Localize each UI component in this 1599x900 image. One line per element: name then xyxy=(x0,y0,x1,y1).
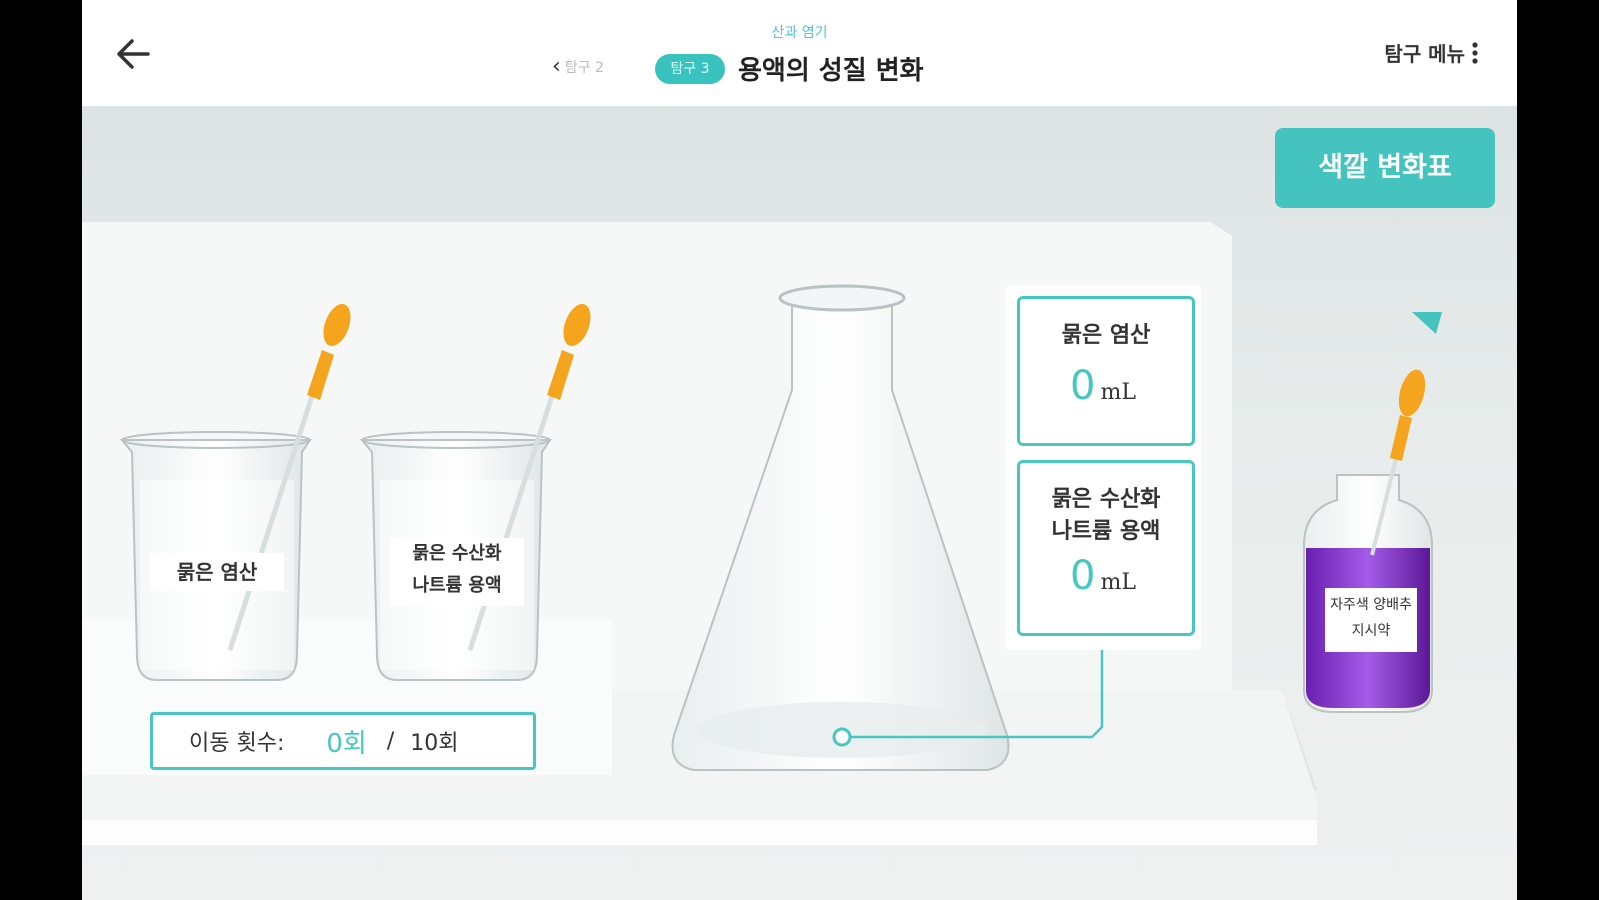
move-count-value: 0회 xyxy=(326,728,367,759)
base-readout-label-line1: 묽은 수산화 xyxy=(1051,487,1161,512)
move-count-max: 10회 xyxy=(410,731,459,756)
inquiry-menu-label: 탐구 메뉴 xyxy=(1384,42,1465,66)
beaker-label-base: 묽은 수산화 나트륨 용액 xyxy=(390,538,524,606)
bubble-tail xyxy=(1412,312,1442,334)
prev-inquiry-label: 탐구 2 xyxy=(564,60,604,76)
acid-readout-label: 묽은 염산 xyxy=(1061,323,1151,348)
move-counter-label: 이동 횟수: xyxy=(189,731,285,756)
app-window: 산과 염기 ‹ 탐구 2 탐구 3 용액의 성질 변화 탐구 메뉴 색깔 변화표… xyxy=(82,0,1517,900)
acid-volume-value: 0 xyxy=(1070,363,1096,409)
beaker-label-acid: 묽은 염산 xyxy=(150,553,284,591)
prev-inquiry-link[interactable]: ‹ 탐구 2 xyxy=(552,56,604,78)
base-volume-value: 0 xyxy=(1070,553,1096,599)
indicator-label-line2: 지시약 xyxy=(1351,623,1391,639)
chevron-left-icon: ‹ xyxy=(552,54,561,79)
beaker-label-base-line1: 묽은 수산화 xyxy=(412,543,502,564)
base-readout-label-line2: 나트륨 용액 xyxy=(1051,519,1161,544)
more-vertical-icon xyxy=(1472,41,1478,64)
indicator-bottle[interactable] xyxy=(1303,367,1433,713)
move-count-separator: / xyxy=(386,728,395,754)
breadcrumb: 산과 염기 xyxy=(771,25,828,41)
acid-volume-readout: 묽은 염산 0 mL xyxy=(1017,296,1195,446)
color-change-chart-button[interactable]: 색깔 변화표 xyxy=(1275,128,1495,208)
inquiry-menu-button[interactable]: 탐구 메뉴 xyxy=(1384,38,1479,67)
page-title: 용액의 성질 변화 xyxy=(738,56,924,86)
acid-volume-unit: mL xyxy=(1100,380,1137,405)
base-volume-readout: 묽은 수산화 나트륨 용액 0 mL xyxy=(1017,460,1195,636)
top-bar: 산과 염기 ‹ 탐구 2 탐구 3 용액의 성질 변화 탐구 메뉴 xyxy=(82,0,1517,106)
beaker-label-base-line2: 나트륨 용액 xyxy=(412,575,502,596)
lab-stage xyxy=(82,106,1517,900)
inquiry-badge: 탐구 3 xyxy=(655,54,725,84)
move-counter: 이동 횟수: 0회 / 10회 xyxy=(150,712,536,770)
indicator-label-line1: 자주색 양배추 xyxy=(1330,597,1412,613)
base-volume-unit: mL xyxy=(1100,570,1137,595)
lab-scene xyxy=(82,222,1433,845)
indicator-bottle-label: 자주색 양배추 지시약 xyxy=(1325,588,1417,652)
